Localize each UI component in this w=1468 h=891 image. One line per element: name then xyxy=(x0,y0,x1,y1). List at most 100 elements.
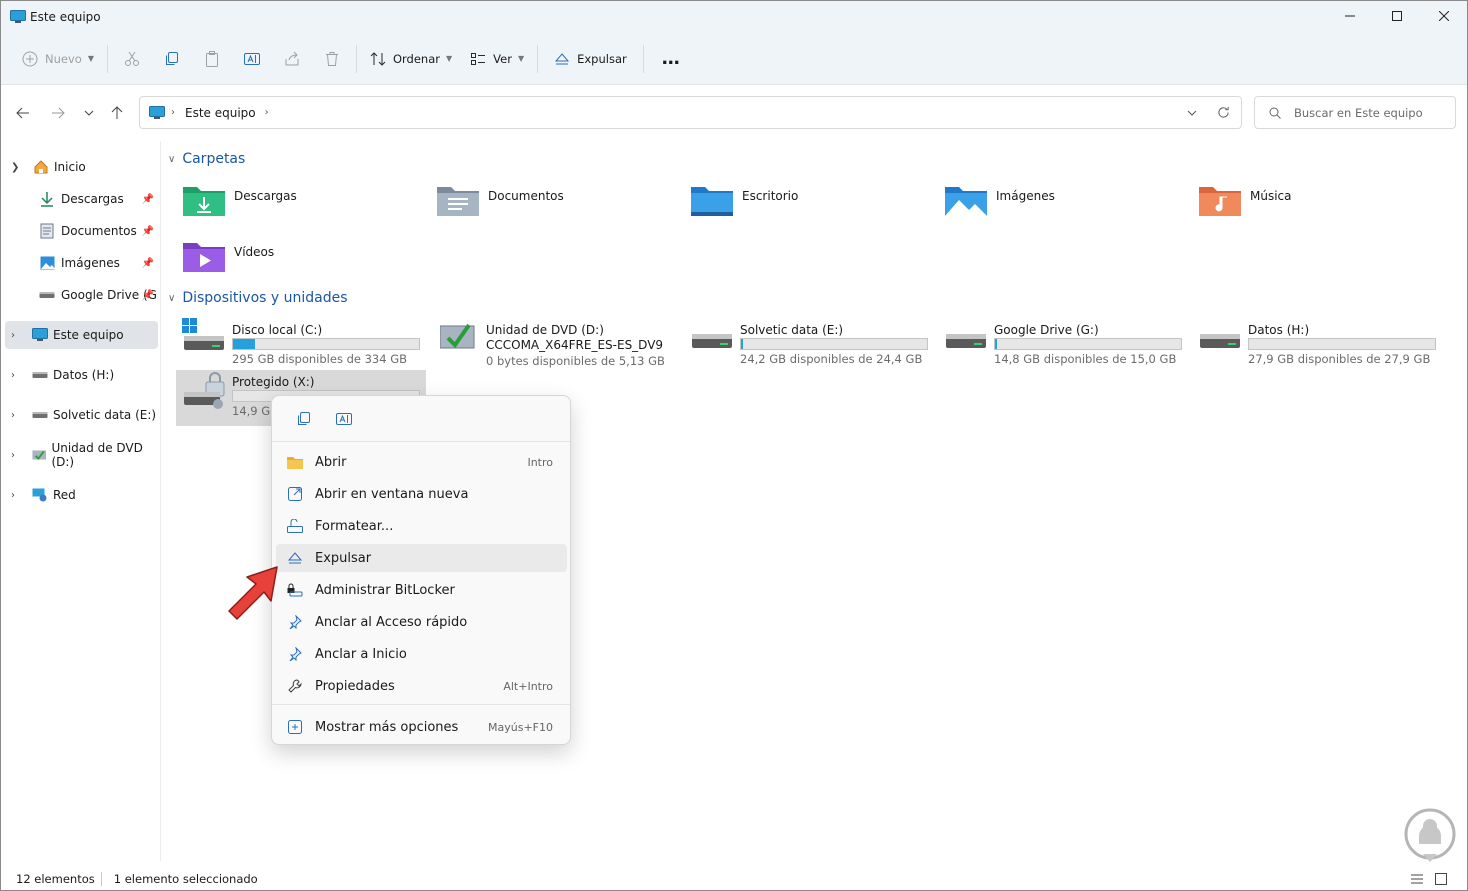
eject-button[interactable]: Expulsar xyxy=(542,42,639,76)
tiles-view-icon[interactable] xyxy=(1435,873,1447,885)
chevron-down-icon: ∨ xyxy=(168,292,176,304)
menu-item-formatear[interactable]: Formatear... xyxy=(276,512,567,540)
music-folder-icon xyxy=(1199,187,1241,216)
drive-c[interactable]: Disco local (C:) 295 GB disponibles de 3… xyxy=(180,318,430,374)
more-options-button[interactable]: … xyxy=(648,42,695,76)
up-button[interactable] xyxy=(101,97,133,129)
folder-descargas[interactable]: Descargas xyxy=(182,183,297,217)
menu-item-anclar-inicio[interactable]: Anclar a Inicio xyxy=(276,640,567,668)
sidebar-item-este-equipo[interactable]: › Este equipo xyxy=(5,321,158,349)
menu-item-propiedades[interactable]: Propiedades Alt+Intro xyxy=(276,672,567,700)
copy-button[interactable] xyxy=(152,42,192,76)
pin-icon: 📌 xyxy=(141,257,154,269)
sidebar-item-label: Unidad de DVD (D:) xyxy=(51,441,143,469)
folder-escritorio[interactable]: Escritorio xyxy=(690,183,798,217)
sidebar-item-inicio[interactable]: ❯ Inicio xyxy=(5,153,158,181)
pictures-folder-icon xyxy=(945,187,987,216)
devices-section-header[interactable]: ∨ Dispositivos y unidades xyxy=(168,290,348,306)
folder-imagenes[interactable]: Imágenes xyxy=(944,183,1055,217)
folders-section-header[interactable]: ∨ Carpetas xyxy=(168,151,245,167)
context-menu: Abrir Intro Abrir en ventana nueva Forma… xyxy=(271,395,571,745)
menu-item-mostrar-mas-opciones[interactable]: Mostrar más opciones Mayús+F10 xyxy=(276,713,567,741)
scissors-icon xyxy=(124,51,139,66)
rename-button[interactable] xyxy=(324,404,364,434)
close-button[interactable] xyxy=(1420,1,1467,31)
drive-name: Disco local (C:) xyxy=(232,323,323,337)
sort-label: Ordenar xyxy=(392,51,440,66)
chevron-right-icon: › xyxy=(171,107,175,118)
folder-name: Vídeos xyxy=(234,245,275,259)
cut-button[interactable] xyxy=(112,42,152,76)
sidebar-item-imagenes[interactable]: Imágenes 📌 xyxy=(5,249,158,277)
status-divider xyxy=(100,872,102,886)
menu-item-administrar-bitlocker[interactable]: Administrar BitLocker xyxy=(276,576,567,604)
maximize-button[interactable] xyxy=(1373,1,1420,31)
refresh-icon[interactable] xyxy=(1217,106,1230,119)
watermark-logo-icon xyxy=(1404,808,1456,862)
menu-item-abrir-ventana-nueva[interactable]: Abrir en ventana nueva xyxy=(276,480,567,508)
minimize-button[interactable] xyxy=(1326,1,1373,31)
sidebar-item-google-drive[interactable]: Google Drive (G 📌 xyxy=(5,281,158,309)
more-label: … xyxy=(661,48,681,69)
menu-item-shortcut: Intro xyxy=(527,455,553,469)
eject-label: Expulsar xyxy=(577,51,627,66)
folder-documentos[interactable]: Documentos xyxy=(436,183,564,217)
chevron-right-icon: › xyxy=(11,489,15,501)
address-bar[interactable]: › Este equipo › xyxy=(139,96,1242,129)
folder-name: Documentos xyxy=(488,189,564,203)
sidebar-item-datos[interactable]: › Datos (H:) xyxy=(5,361,158,389)
paste-button[interactable] xyxy=(192,42,232,76)
menu-item-label: Abrir en ventana nueva xyxy=(315,486,469,502)
rename-button[interactable] xyxy=(232,42,272,76)
back-button[interactable] xyxy=(7,97,39,129)
more-options-icon xyxy=(287,719,303,735)
sidebar-item-red[interactable]: › Red xyxy=(5,481,158,509)
new-button[interactable]: Nuevo ▼ xyxy=(13,42,103,76)
copy-button[interactable] xyxy=(284,404,324,434)
toolbar-separator xyxy=(106,44,108,73)
network-icon xyxy=(32,488,47,502)
search-input[interactable]: Buscar en Este equipo xyxy=(1254,96,1456,129)
bitlocker-icon xyxy=(287,582,303,598)
drive-name: Google Drive (G:) xyxy=(994,323,1099,337)
usage-bar xyxy=(1248,338,1436,350)
drive-d[interactable]: Unidad de DVD (D:) CCCOMA_X64FRE_ES-ES_D… xyxy=(434,318,684,374)
usage-fill xyxy=(741,339,743,349)
forward-button[interactable] xyxy=(42,97,74,129)
drive-icon xyxy=(946,334,986,348)
drive-icon xyxy=(32,372,48,378)
toolbar-separator xyxy=(355,44,357,73)
this-pc-icon xyxy=(32,328,48,341)
chevron-down-icon[interactable] xyxy=(1187,108,1197,118)
menu-item-abrir[interactable]: Abrir Intro xyxy=(276,448,567,476)
details-view-icon[interactable] xyxy=(1411,873,1423,885)
drive-name: Unidad de DVD (D:) xyxy=(486,323,604,337)
downloads-folder-icon xyxy=(183,187,225,216)
title-bar: Este equipo xyxy=(1,1,1467,33)
share-button[interactable] xyxy=(272,42,312,76)
sidebar-item-unidad-dvd[interactable]: › Unidad de DVD (D:) xyxy=(5,441,158,469)
delete-button[interactable] xyxy=(312,42,352,76)
menu-item-anclar-acceso-rapido[interactable]: Anclar al Acceso rápido xyxy=(276,608,567,636)
rename-icon xyxy=(336,412,352,425)
drive-h[interactable]: Datos (H:) 27,9 GB disponibles de 27,9 G… xyxy=(1196,318,1446,374)
view-button[interactable]: Ver ▼ xyxy=(461,42,533,76)
chevron-right-icon: › xyxy=(11,369,15,381)
menu-item-expulsar[interactable]: Expulsar xyxy=(276,544,567,572)
pin-icon: 📌 xyxy=(141,193,154,205)
breadcrumb[interactable]: Este equipo xyxy=(185,106,256,120)
drive-name: Solvetic data (E:) xyxy=(740,323,844,337)
picture-icon xyxy=(40,256,55,270)
item-count: 12 elementos xyxy=(16,872,95,886)
trash-icon xyxy=(325,51,338,66)
sidebar-item-solvetic-data[interactable]: › Solvetic data (E:) xyxy=(5,401,158,429)
sidebar-item-documentos[interactable]: Documentos 📌 xyxy=(5,217,158,245)
drive-e[interactable]: Solvetic data (E:) 24,2 GB disponibles d… xyxy=(688,318,938,374)
drive-g[interactable]: Google Drive (G:) 14,8 GB disponibles de… xyxy=(942,318,1192,374)
folder-musica[interactable]: Música xyxy=(1198,183,1292,217)
sidebar-item-descargas[interactable]: Descargas 📌 xyxy=(5,185,158,213)
menu-item-label: Anclar a Inicio xyxy=(315,646,407,662)
sort-button[interactable]: Ordenar ▼ xyxy=(361,42,461,76)
usage-bar xyxy=(232,338,420,350)
folder-videos[interactable]: Vídeos xyxy=(182,239,274,273)
